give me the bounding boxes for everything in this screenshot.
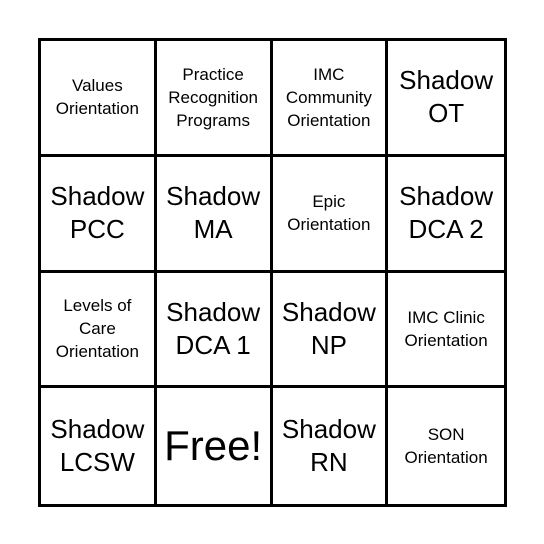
bingo-cell-practice-recognition-programs[interactable]: Practice Recognition Programs	[156, 41, 273, 157]
bingo-cell-epic-orientation[interactable]: Epic Orientation	[272, 156, 389, 273]
cell-label: Shadow OT	[399, 65, 494, 129]
cell-label: Practice Recognition Programs	[168, 64, 259, 130]
bingo-cell-shadow-pcc[interactable]: Shadow PCC	[41, 156, 157, 273]
bingo-cell-shadow-dca-1[interactable]: Shadow DCA 1	[156, 272, 273, 389]
cell-label: IMC Clinic Orientation	[404, 307, 488, 350]
cell-label: Levels of Care Orientation	[55, 296, 139, 362]
cell-label: Shadow RN	[281, 414, 376, 478]
cell-label: Free!	[164, 422, 263, 470]
bingo-cell-shadow-dca-2[interactable]: Shadow DCA 2	[388, 157, 504, 273]
bingo-cell-imc-clinic-orientation[interactable]: IMC Clinic Orientation	[388, 273, 504, 389]
cell-label: Values Orientation	[55, 76, 139, 119]
cell-label: Shadow MA	[166, 181, 261, 245]
bingo-cell-free-space[interactable]: Free!	[157, 388, 273, 504]
bingo-cell-levels-of-care-orientation[interactable]: Levels of Care Orientation	[41, 272, 157, 389]
cell-label: Shadow DCA 1	[166, 296, 261, 360]
bingo-cell-shadow-ot[interactable]: Shadow OT	[388, 41, 504, 157]
cell-label: Shadow LCSW	[50, 414, 145, 478]
bingo-cell-imc-community-orientation[interactable]: IMC Community Orientation	[272, 41, 389, 157]
bingo-cell-shadow-rn[interactable]: Shadow RN	[273, 388, 389, 504]
cell-label: IMC Community Orientation	[285, 64, 372, 130]
bingo-card: Values Orientation Practice Recognition …	[38, 38, 507, 507]
cell-label: Epic Orientation	[287, 192, 371, 235]
cell-label: Shadow NP	[281, 296, 376, 360]
cell-label: Shadow PCC	[50, 181, 145, 245]
bingo-cell-shadow-ma[interactable]: Shadow MA	[156, 156, 273, 273]
bingo-cell-shadow-np[interactable]: Shadow NP	[272, 272, 389, 389]
bingo-cell-values-orientation[interactable]: Values Orientation	[41, 41, 157, 157]
bingo-cell-son-orientation[interactable]: SON Orientation	[388, 388, 504, 504]
bingo-cell-shadow-lcsw[interactable]: Shadow LCSW	[41, 388, 157, 504]
cell-label: Shadow DCA 2	[399, 181, 494, 245]
cell-label: SON Orientation	[404, 425, 488, 468]
